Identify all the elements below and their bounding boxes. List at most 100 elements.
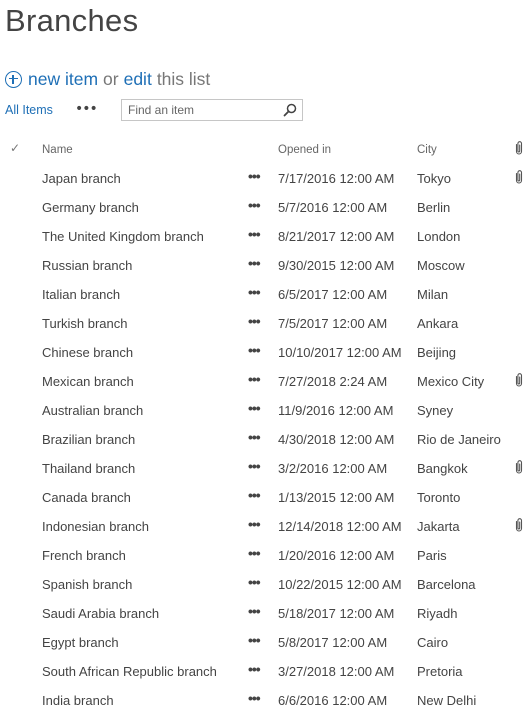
row-name[interactable]: Russian branch <box>42 258 132 273</box>
row-opened-in: 1/13/2015 12:00 AM <box>278 490 395 505</box>
table-row[interactable]: Canada branch ••• 1/13/2015 12:00 AM Toront… <box>0 483 532 512</box>
row-name[interactable]: Italian branch <box>42 287 120 302</box>
search-box[interactable]: Find an item <box>121 99 303 121</box>
row-more-button[interactable]: ••• <box>248 690 261 706</box>
row-name[interactable]: The United Kingdom branch <box>42 229 204 244</box>
row-more-button[interactable]: ••• <box>248 516 261 532</box>
row-opened-in: 11/9/2016 12:00 AM <box>278 403 394 418</box>
row-more-button[interactable]: ••• <box>248 342 261 358</box>
row-city: Tokyo <box>417 171 451 186</box>
table-row[interactable]: Egypt branch ••• 5/8/2017 12:00 AM Cairo <box>0 628 532 657</box>
search-input[interactable]: Find an item <box>128 103 194 117</box>
table-row[interactable]: Italian branch ••• 6/5/2017 12:00 AM Milan <box>0 280 532 309</box>
row-opened-in: 7/27/2018 2:24 AM <box>278 374 388 389</box>
row-more-button[interactable]: ••• <box>248 661 261 677</box>
table-row[interactable]: Chinese branch ••• 10/10/2017 12:00 AM Beij… <box>0 338 532 367</box>
row-name[interactable]: Indonesian branch <box>42 519 149 534</box>
column-header-city[interactable]: City <box>417 144 437 156</box>
checkmark-icon[interactable]: ✓ <box>10 141 20 155</box>
row-opened-in: 8/21/2017 12:00 AM <box>278 229 395 244</box>
row-more-button[interactable]: ••• <box>248 545 261 561</box>
row-more-button[interactable]: ••• <box>248 632 261 648</box>
table-row[interactable]: Brazilian branch ••• 4/30/2018 12:00 AM Rio… <box>0 425 532 454</box>
row-city: Syney <box>417 403 454 418</box>
row-opened-in: 9/30/2015 12:00 AM <box>278 258 395 273</box>
table-row[interactable]: Indonesian branch ••• 12/14/2018 12:00 AM J… <box>0 512 532 541</box>
row-name[interactable]: Germany branch <box>42 200 139 215</box>
row-opened-in: 4/30/2018 12:00 AM <box>278 432 395 447</box>
row-city: Moscow <box>417 258 465 273</box>
row-city: Cairo <box>417 635 449 650</box>
column-header-opened-in[interactable]: Opened in <box>278 144 331 156</box>
row-more-button[interactable]: ••• <box>248 255 261 271</box>
row-city: Ankara <box>417 316 459 331</box>
row-name[interactable]: India branch <box>42 693 114 708</box>
row-more-button[interactable]: ••• <box>248 371 261 387</box>
row-name[interactable]: Egypt branch <box>42 635 119 650</box>
row-opened-in: 6/5/2017 12:00 AM <box>278 287 388 302</box>
row-city: Riyadh <box>417 606 458 621</box>
row-more-button[interactable]: ••• <box>248 168 261 184</box>
table-row[interactable]: India branch ••• 6/6/2016 12:00 AM New Delh… <box>0 686 532 715</box>
table-row[interactable]: South African Republic branch ••• 3/27/201… <box>0 657 532 686</box>
row-name[interactable]: Turkish branch <box>42 316 128 331</box>
paperclip-icon <box>515 373 523 387</box>
table-row[interactable]: Turkish branch ••• 7/5/2017 12:00 AM Ankara <box>0 309 532 338</box>
row-more-button[interactable]: ••• <box>248 313 261 329</box>
view-more-button[interactable]: ••• <box>75 101 98 117</box>
view-all-items[interactable]: All Items <box>5 103 53 117</box>
row-more-button[interactable]: ••• <box>248 197 261 213</box>
table-row[interactable]: Saudi Arabia branch ••• 5/18/2017 12:00 AM… <box>0 599 532 628</box>
row-more-button[interactable]: ••• <box>248 603 261 619</box>
row-name[interactable]: Thailand branch <box>42 461 135 476</box>
row-name[interactable]: South African Republic branch <box>42 664 217 679</box>
row-name[interactable]: French branch <box>42 548 126 563</box>
row-name[interactable]: Japan branch <box>42 171 121 186</box>
table-row[interactable]: Germany branch ••• 5/7/2016 12:00 AM Berlin <box>0 193 532 222</box>
list-body: Japan branch ••• 7/17/2016 12:00 AM Tokyo Ge… <box>0 164 532 715</box>
edit-link[interactable]: edit <box>124 69 152 90</box>
row-city: New Delhi <box>417 693 477 708</box>
row-more-button[interactable]: ••• <box>248 284 261 300</box>
table-row[interactable]: Thailand branch ••• 3/2/2016 12:00 AM Bangk… <box>0 454 532 483</box>
row-more-button[interactable]: ••• <box>248 429 261 445</box>
this-list-text: this list <box>156 68 211 89</box>
row-opened-in: 5/7/2016 12:00 AM <box>278 200 388 215</box>
new-item-link[interactable]: new item <box>28 69 98 90</box>
row-city: Paris <box>417 548 447 563</box>
table-row[interactable]: Spanish branch ••• 10/22/2015 12:00 AM Barc… <box>0 570 532 599</box>
row-name[interactable]: Spanish branch <box>42 577 132 592</box>
row-city: Mexico City <box>417 374 485 389</box>
row-opened-in: 1/20/2016 12:00 AM <box>278 548 395 563</box>
row-more-button[interactable]: ••• <box>248 487 261 503</box>
row-opened-in: 10/22/2015 12:00 AM <box>278 577 402 592</box>
command-bar: new item or edit this list <box>5 67 210 91</box>
row-name[interactable]: Canada branch <box>42 490 131 505</box>
search-icon[interactable] <box>283 103 297 117</box>
or-text: or <box>103 68 119 89</box>
table-row[interactable]: Australian branch ••• 11/9/2016 12:00 AM Sy… <box>0 396 532 425</box>
table-row[interactable]: Russian branch ••• 9/30/2015 12:00 AM Mosco… <box>0 251 532 280</box>
row-name[interactable]: Australian branch <box>42 403 143 418</box>
row-more-button[interactable]: ••• <box>248 400 261 416</box>
row-city: Pretoria <box>417 664 463 679</box>
row-more-button[interactable]: ••• <box>248 458 261 474</box>
row-more-button[interactable]: ••• <box>248 226 261 242</box>
row-opened-in: 3/27/2018 12:00 AM <box>278 664 395 679</box>
paperclip-icon[interactable] <box>513 140 525 156</box>
table-row[interactable]: Mexican branch ••• 7/27/2018 2:24 AM Mexico… <box>0 367 532 396</box>
row-name[interactable]: Saudi Arabia branch <box>42 606 159 621</box>
row-city: Beijing <box>417 345 457 360</box>
row-name[interactable]: Brazilian branch <box>42 432 135 447</box>
column-header-name[interactable]: Name <box>42 144 73 156</box>
row-name[interactable]: Mexican branch <box>42 374 134 389</box>
row-opened-in: 5/8/2017 12:00 AM <box>278 635 388 650</box>
table-row[interactable]: Japan branch ••• 7/17/2016 12:00 AM Tokyo <box>0 164 532 193</box>
plus-circle-icon[interactable] <box>5 70 22 88</box>
row-more-button[interactable]: ••• <box>248 574 261 590</box>
list-header: ✓ Name Opened in City <box>0 140 532 160</box>
table-row[interactable]: The United Kingdom branch ••• 8/21/2017 12… <box>0 222 532 251</box>
table-row[interactable]: French branch ••• 1/20/2016 12:00 AM Paris <box>0 541 532 570</box>
row-name[interactable]: Chinese branch <box>42 345 133 360</box>
row-city: Rio de Janeiro <box>417 432 501 447</box>
